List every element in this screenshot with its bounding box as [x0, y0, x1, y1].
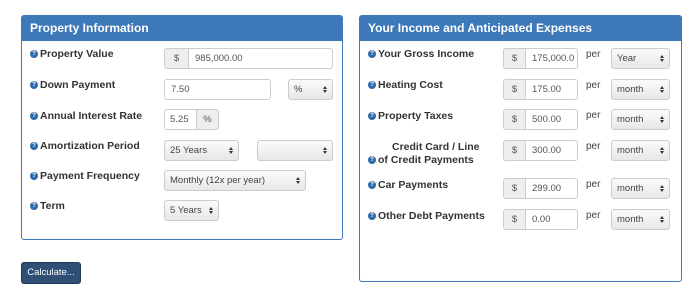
amortization-months-select[interactable]	[257, 140, 333, 161]
amortization-years-select[interactable]: 25 Years	[164, 140, 239, 161]
up-down-caret-icon	[659, 179, 664, 198]
up-down-caret-icon	[295, 171, 300, 190]
up-down-caret-icon	[208, 201, 213, 220]
down-payment-label: Down Payment	[40, 79, 116, 91]
credit-card-label-line2: of Credit Payments	[378, 154, 474, 166]
currency-addon: $	[164, 48, 188, 69]
amortization-period-label: Amortization Period	[40, 140, 140, 152]
currency-addon: $	[503, 209, 525, 230]
gross-income-period-select[interactable]: Year	[611, 48, 670, 69]
credit-card-period-select[interactable]: month	[611, 140, 670, 161]
help-icon[interactable]: ?	[368, 50, 376, 58]
help-icon[interactable]: ?	[368, 112, 376, 120]
currency-addon: $	[503, 48, 525, 69]
currency-addon: $	[503, 79, 525, 100]
property-taxes-label: Property Taxes	[378, 110, 454, 122]
payment-frequency-value: Monthly (12x per year)	[170, 175, 266, 186]
per-label: per	[586, 49, 601, 60]
payment-frequency-select[interactable]: Monthly (12x per year)	[164, 170, 306, 191]
up-down-caret-icon	[228, 141, 233, 160]
help-icon[interactable]: ?	[30, 81, 38, 89]
help-icon[interactable]: ?	[368, 181, 376, 189]
property-taxes-input[interactable]: 500.00	[525, 109, 578, 130]
up-down-caret-icon	[659, 49, 664, 68]
heating-cost-input[interactable]: 175.00	[525, 79, 578, 100]
other-debt-label: Other Debt Payments	[378, 210, 485, 222]
help-icon[interactable]: ?	[30, 172, 38, 180]
interest-rate-input[interactable]: 5.25	[164, 109, 197, 130]
property-taxes-period-select[interactable]: month	[611, 109, 670, 130]
help-icon[interactable]: ?	[30, 50, 38, 58]
up-down-caret-icon	[322, 141, 327, 160]
up-down-caret-icon	[659, 110, 664, 129]
up-down-caret-icon	[659, 141, 664, 160]
car-payments-input[interactable]: 299.00	[525, 178, 578, 199]
amortization-years-value: 25 Years	[170, 145, 207, 156]
down-payment-input[interactable]: 7.50	[164, 79, 271, 100]
currency-addon: $	[503, 109, 525, 130]
help-icon[interactable]: ?	[368, 212, 376, 220]
car-payments-label: Car Payments	[378, 179, 449, 191]
interest-rate-label: Annual Interest Rate	[40, 110, 143, 122]
help-icon[interactable]: ?	[368, 81, 376, 89]
property-value-label: Property Value	[40, 48, 114, 60]
down-payment-unit-select[interactable]: %	[288, 79, 333, 100]
payment-frequency-label: Payment Frequency	[40, 170, 140, 182]
other-debt-period-select[interactable]: month	[611, 209, 670, 230]
help-icon[interactable]: ?	[30, 202, 38, 210]
currency-addon: $	[503, 178, 525, 199]
property-information-title: Property Information	[22, 16, 342, 41]
property-value-input[interactable]: 985,000.00	[188, 48, 333, 69]
property-taxes-period-value: month	[617, 114, 644, 125]
up-down-caret-icon	[322, 80, 327, 99]
heating-cost-period-select[interactable]: month	[611, 79, 670, 100]
heating-cost-period-value: month	[617, 84, 644, 95]
calculate-button[interactable]: Calculate...	[21, 262, 81, 284]
credit-card-input[interactable]: 300.00	[525, 140, 578, 161]
gross-income-input[interactable]: 175,000.0	[525, 48, 578, 69]
up-down-caret-icon	[659, 80, 664, 99]
car-payments-period-select[interactable]: month	[611, 178, 670, 199]
credit-card-label-line1: Credit Card / Line	[392, 141, 480, 153]
gross-income-period-value: Year	[617, 53, 637, 64]
up-down-caret-icon	[659, 210, 664, 229]
percent-addon: %	[197, 109, 219, 130]
term-select[interactable]: 5 Years	[164, 200, 219, 221]
per-label: per	[586, 110, 601, 121]
credit-card-period-value: month	[617, 145, 644, 156]
car-payments-period-value: month	[617, 183, 644, 194]
per-label: per	[586, 210, 601, 221]
help-icon[interactable]: ?	[30, 142, 38, 150]
heating-cost-label: Heating Cost	[378, 79, 443, 91]
per-label: per	[586, 80, 601, 91]
term-label: Term	[40, 200, 65, 212]
per-label: per	[586, 179, 601, 190]
currency-addon: $	[503, 140, 525, 161]
other-debt-input[interactable]: 0.00	[525, 209, 578, 230]
per-label: per	[586, 141, 601, 152]
income-expenses-title: Your Income and Anticipated Expenses	[360, 16, 681, 41]
term-value: 5 Years	[170, 205, 202, 216]
down-payment-unit-value: %	[294, 84, 303, 95]
help-icon[interactable]: ?	[30, 112, 38, 120]
other-debt-period-value: month	[617, 214, 644, 225]
gross-income-label: Your Gross Income	[378, 48, 475, 60]
help-icon[interactable]: ?	[368, 156, 376, 164]
